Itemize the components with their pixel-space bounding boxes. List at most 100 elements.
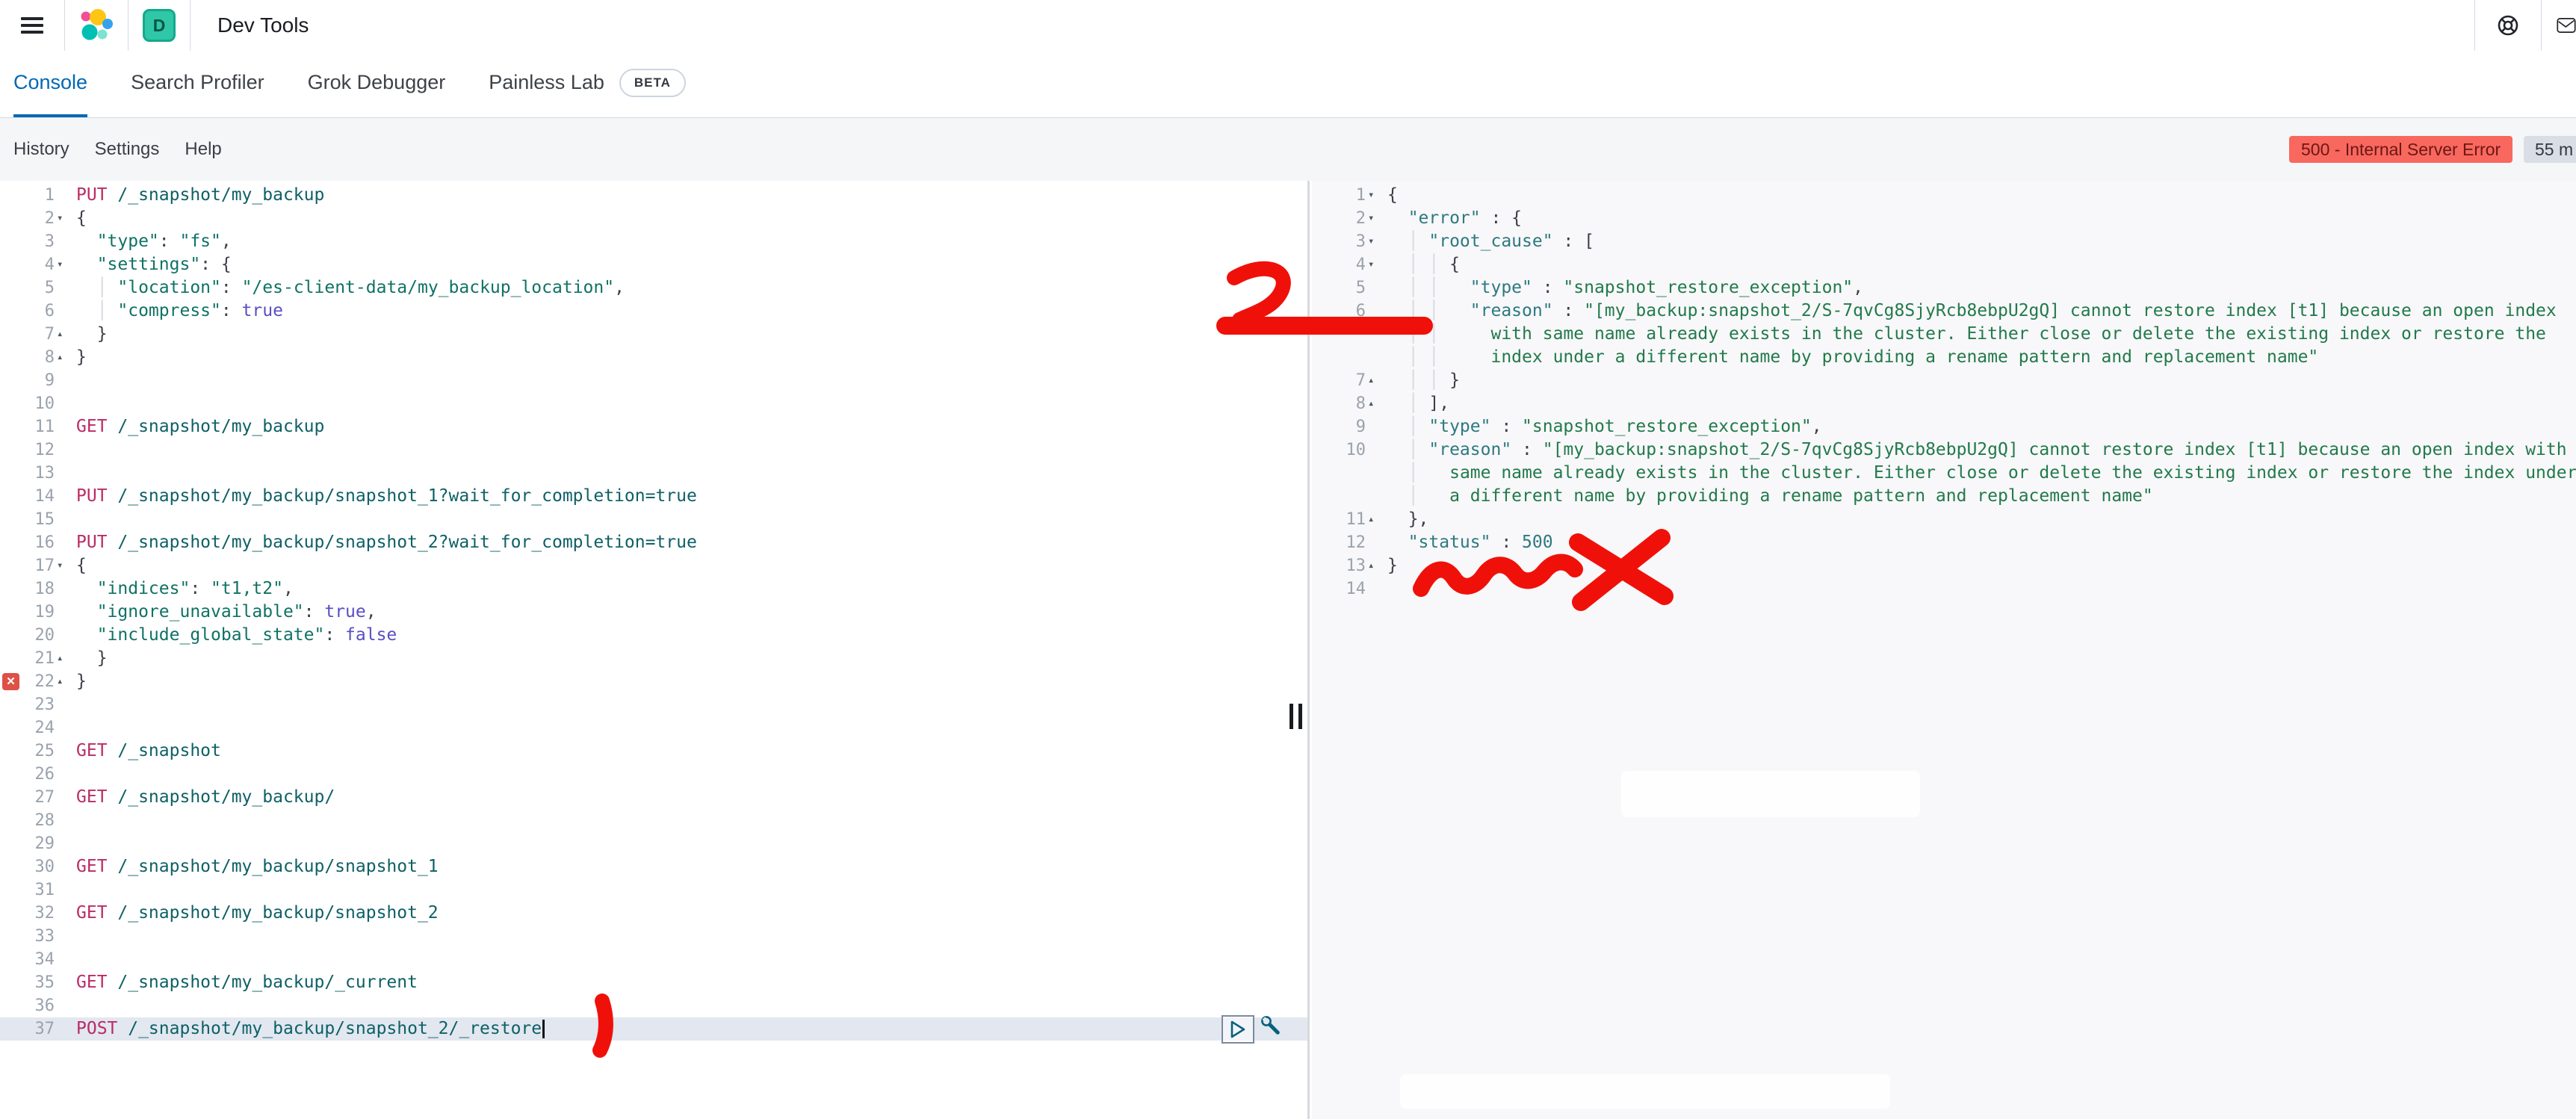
request-code-line[interactable]: 14PUT /_snapshot/my_backup/snapshot_1?wa… xyxy=(0,485,1307,508)
response-code-line[interactable]: 4▾ │ │ { xyxy=(1312,253,2576,276)
request-code-line[interactable]: 16PUT /_snapshot/my_backup/snapshot_2?wa… xyxy=(0,531,1307,554)
request-code-line[interactable]: 28 xyxy=(0,809,1307,832)
code-text: } xyxy=(72,670,87,693)
request-code-line[interactable]: 19 "ignore_unavailable": true, xyxy=(0,601,1307,624)
fold-toggle-icon[interactable]: ▾ xyxy=(1366,184,1383,207)
request-code-line[interactable]: 6 │ "compress": true xyxy=(0,300,1307,323)
request-code-line[interactable]: 5 │ "location": "/es-client-data/my_back… xyxy=(0,276,1307,300)
fold-toggle-icon[interactable]: ▴ xyxy=(1366,554,1383,577)
elastic-logo[interactable] xyxy=(65,0,128,51)
response-code-line[interactable]: 13▴} xyxy=(1312,554,2576,577)
line-number: 5 xyxy=(0,276,72,300)
request-code-line[interactable]: 20 "include_global_state": false xyxy=(0,624,1307,647)
request-code-line[interactable]: 15 xyxy=(0,508,1307,531)
response-code-line[interactable]: 9 │ "type" : "snapshot_restore_exception… xyxy=(1312,415,2576,438)
status-badge-error: 500 - Internal Server Error xyxy=(2289,136,2512,163)
request-editor[interactable]: 1PUT /_snapshot/my_backup2▾{3 "type": "f… xyxy=(0,181,1307,1119)
request-code-line[interactable]: 24 xyxy=(0,716,1307,740)
response-code-line[interactable]: 1▾{ xyxy=(1312,184,2576,207)
fold-toggle-icon[interactable]: ▴ xyxy=(55,323,72,346)
code-text: }, xyxy=(1383,508,1428,531)
request-code-line[interactable]: 23 xyxy=(0,693,1307,716)
request-code-line[interactable]: 26 xyxy=(0,763,1307,786)
fold-toggle-icon[interactable]: ▾ xyxy=(1366,230,1383,253)
help-buoy-icon[interactable] xyxy=(2475,0,2541,51)
request-code-line[interactable]: 27GET /_snapshot/my_backup/ xyxy=(0,786,1307,809)
request-code-line[interactable]: 33 xyxy=(0,925,1307,948)
menu-icon[interactable] xyxy=(0,0,64,51)
response-code-line[interactable]: 14 xyxy=(1312,577,2576,601)
request-code-line[interactable]: 7▴ } xyxy=(0,323,1307,346)
response-code-line[interactable]: 5 │ │ "type" : "snapshot_restore_excepti… xyxy=(1312,276,2576,300)
fold-toggle-icon[interactable]: ▴ xyxy=(55,670,72,693)
request-code-line[interactable]: 32GET /_snapshot/my_backup/snapshot_2 xyxy=(0,902,1307,925)
request-code-line[interactable]: 30GET /_snapshot/my_backup/snapshot_1 xyxy=(0,855,1307,878)
request-code-line[interactable]: 21▴ } xyxy=(0,647,1307,670)
space-selector[interactable]: D xyxy=(129,0,190,51)
fold-toggle-icon[interactable]: ▾ xyxy=(55,554,72,577)
blur-patch xyxy=(1400,1074,1890,1109)
line-number: 2▾ xyxy=(1312,207,1383,230)
tab-console[interactable]: Console xyxy=(13,51,87,117)
request-code-line[interactable]: 11GET /_snapshot/my_backup xyxy=(0,415,1307,438)
request-code-line[interactable]: 9 xyxy=(0,369,1307,392)
line-number: 33 xyxy=(0,925,72,948)
request-code-line[interactable]: ✕22▴} xyxy=(0,670,1307,693)
response-code-line[interactable]: 7▴ │ │ } xyxy=(1312,369,2576,392)
request-code-line[interactable]: 10 xyxy=(0,392,1307,415)
request-code-line[interactable]: 3 "type": "fs", xyxy=(0,230,1307,253)
send-request-button[interactable] xyxy=(1222,1015,1254,1044)
fold-toggle-icon[interactable]: ▾ xyxy=(1366,253,1383,276)
panel-resize-handle[interactable] xyxy=(1289,704,1303,729)
response-code-line[interactable]: │ same name already exists in the cluste… xyxy=(1312,462,2576,485)
response-code-line[interactable]: 2▾ "error" : { xyxy=(1312,207,2576,230)
response-code-line[interactable]: 11▴ }, xyxy=(1312,508,2576,531)
request-code-line[interactable]: 13 xyxy=(0,462,1307,485)
response-code-line[interactable]: 10 │ "reason" : "[my_backup:snapshot_2/S… xyxy=(1312,438,2576,462)
code-text: GET /_snapshot/my_backup xyxy=(72,415,324,438)
menu-help[interactable]: Help xyxy=(185,139,221,160)
fold-toggle-icon[interactable]: ▴ xyxy=(1366,369,1383,392)
response-code-line[interactable]: │ │ index under a different name by prov… xyxy=(1312,346,2576,369)
fold-toggle-icon[interactable]: ▴ xyxy=(1366,392,1383,415)
menu-settings[interactable]: Settings xyxy=(95,139,160,160)
request-code-line[interactable]: 18 "indices": "t1,t2", xyxy=(0,577,1307,601)
response-code-line[interactable]: 3▾ │ "root_cause" : [ xyxy=(1312,230,2576,253)
line-number: 13 xyxy=(0,462,72,485)
request-code-line[interactable]: 8▴} xyxy=(0,346,1307,369)
beta-badge: BETA xyxy=(619,69,686,97)
wrench-icon[interactable] xyxy=(1260,1014,1282,1044)
fold-toggle-icon[interactable]: ▾ xyxy=(55,253,72,276)
response-code-line[interactable]: 8▴ │ ], xyxy=(1312,392,2576,415)
fold-toggle-icon[interactable]: ▾ xyxy=(55,207,72,230)
response-code-line[interactable]: │ │ with same name already exists in the… xyxy=(1312,323,2576,346)
tab-grok-debugger[interactable]: Grok Debugger xyxy=(308,51,446,117)
fold-toggle-icon[interactable]: ▴ xyxy=(1366,508,1383,531)
menu-history[interactable]: History xyxy=(13,139,69,160)
tab-search-profiler[interactable]: Search Profiler xyxy=(131,51,264,117)
blur-patch xyxy=(1621,771,1920,817)
request-code-line[interactable]: 35GET /_snapshot/my_backup/_current xyxy=(0,971,1307,994)
window-icon[interactable] xyxy=(2542,0,2576,51)
request-code-line[interactable]: 17▾{ xyxy=(0,554,1307,577)
response-panel[interactable]: 1▾{2▾ "error" : {3▾ │ "root_cause" : [4▾… xyxy=(1312,181,2576,1119)
response-code-line[interactable]: 6 │ │ "reason" : "[my_backup:snapshot_2/… xyxy=(1312,300,2576,323)
fold-toggle-icon[interactable]: ▴ xyxy=(55,647,72,670)
response-code-line[interactable]: 12 "status" : 500 xyxy=(1312,531,2576,554)
line-number: 12 xyxy=(1312,531,1383,554)
request-code-line[interactable]: 25GET /_snapshot xyxy=(0,740,1307,763)
request-code-line[interactable]: 36 xyxy=(0,994,1307,1017)
fold-toggle-icon[interactable]: ▾ xyxy=(1366,207,1383,230)
request-code-line[interactable]: 34 xyxy=(0,948,1307,971)
request-code-line[interactable]: 31 xyxy=(0,878,1307,902)
request-code-line[interactable]: 2▾{ xyxy=(0,207,1307,230)
response-code-line[interactable]: │ a different name by providing a rename… xyxy=(1312,485,2576,508)
fold-toggle-icon[interactable]: ▴ xyxy=(55,346,72,369)
request-code-line[interactable]: 4▾ "settings": { xyxy=(0,253,1307,276)
tab-painless-lab[interactable]: Painless Lab BETA xyxy=(489,51,686,117)
request-code-line[interactable]: 37POST /_snapshot/my_backup/snapshot_2/_… xyxy=(0,1017,1307,1041)
request-code-line[interactable]: 29 xyxy=(0,832,1307,855)
code-text: │ same name already exists in the cluste… xyxy=(1383,462,2576,485)
request-code-line[interactable]: 1PUT /_snapshot/my_backup xyxy=(0,184,1307,207)
request-code-line[interactable]: 12 xyxy=(0,438,1307,462)
